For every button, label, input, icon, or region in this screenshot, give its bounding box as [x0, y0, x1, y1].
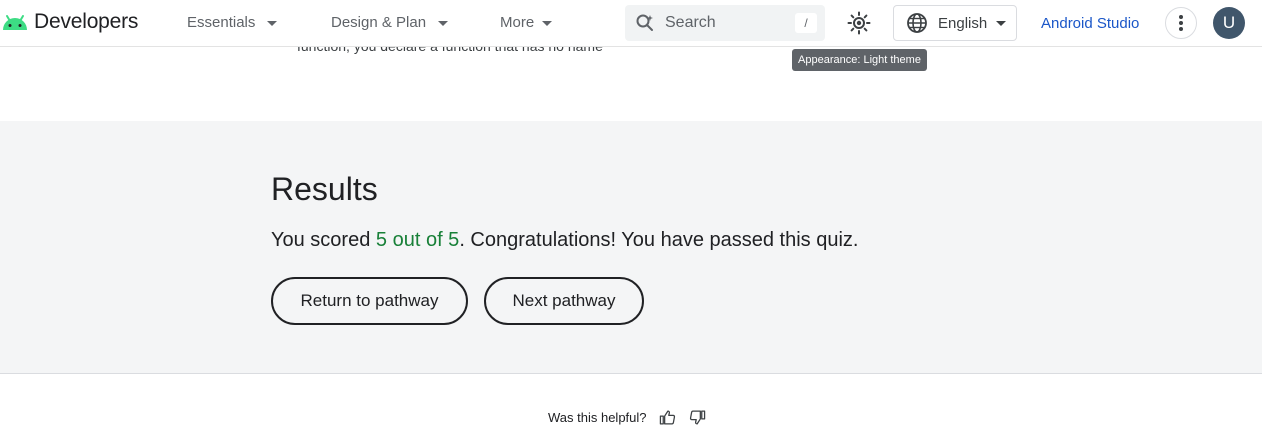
nav-essentials[interactable]: Essentials — [187, 14, 278, 31]
nav-essentials-label: Essentials — [187, 14, 256, 31]
theme-tooltip: Appearance: Light theme — [792, 49, 927, 71]
next-pathway-button[interactable]: Next pathway — [484, 277, 644, 325]
user-avatar[interactable]: U — [1213, 7, 1245, 39]
thumb-up-icon[interactable] — [659, 408, 677, 426]
results-heading: Results — [271, 171, 378, 207]
score-prefix: You scored — [271, 229, 376, 251]
score-text: You scored 5 out of 5. Congratulations! … — [271, 229, 858, 252]
nav-more-label: More — [500, 14, 535, 31]
search-input[interactable] — [665, 12, 805, 34]
language-label: English — [938, 14, 988, 32]
search-icon — [636, 14, 653, 31]
return-to-pathway-button[interactable]: Return to pathway — [271, 277, 468, 325]
theme-toggle-button[interactable] — [845, 9, 873, 37]
chevron-down-icon — [996, 21, 1007, 26]
feedback-widget: Was this helpful? — [548, 408, 707, 426]
vertical-dots-icon — [1179, 15, 1183, 31]
language-selector[interactable]: English — [893, 5, 1017, 41]
android-logo-icon — [3, 15, 27, 30]
logo-text: Developers — [34, 10, 139, 33]
nav-design-plan[interactable]: Design & Plan — [331, 14, 449, 31]
chevron-down-icon — [438, 20, 449, 26]
score-value: 5 out of 5 — [375, 229, 460, 251]
nav-design-plan-label: Design & Plan — [331, 14, 427, 31]
chevron-down-icon — [267, 20, 278, 26]
feedback-label: Was this helpful? — [548, 409, 647, 425]
search-shortcut-key: / — [795, 13, 817, 33]
android-studio-link[interactable]: Android Studio — [1041, 15, 1139, 32]
more-options-button[interactable] — [1165, 7, 1197, 39]
quiz-results-section: Results You scored 5 out of 5. Congratul… — [0, 121, 1262, 374]
sun-icon — [847, 11, 871, 35]
score-suffix: . Congratulations! You have passed this … — [459, 229, 859, 251]
nav-more[interactable]: More — [500, 14, 553, 31]
thumb-down-icon[interactable] — [689, 408, 707, 426]
top-navigation-bar: Developers Essentials Design & Plan More… — [0, 0, 1262, 47]
developers-logo[interactable]: Developers — [2, 10, 138, 34]
chevron-down-icon — [542, 20, 553, 26]
globe-icon — [907, 13, 927, 33]
search-bar[interactable]: / — [625, 5, 825, 41]
